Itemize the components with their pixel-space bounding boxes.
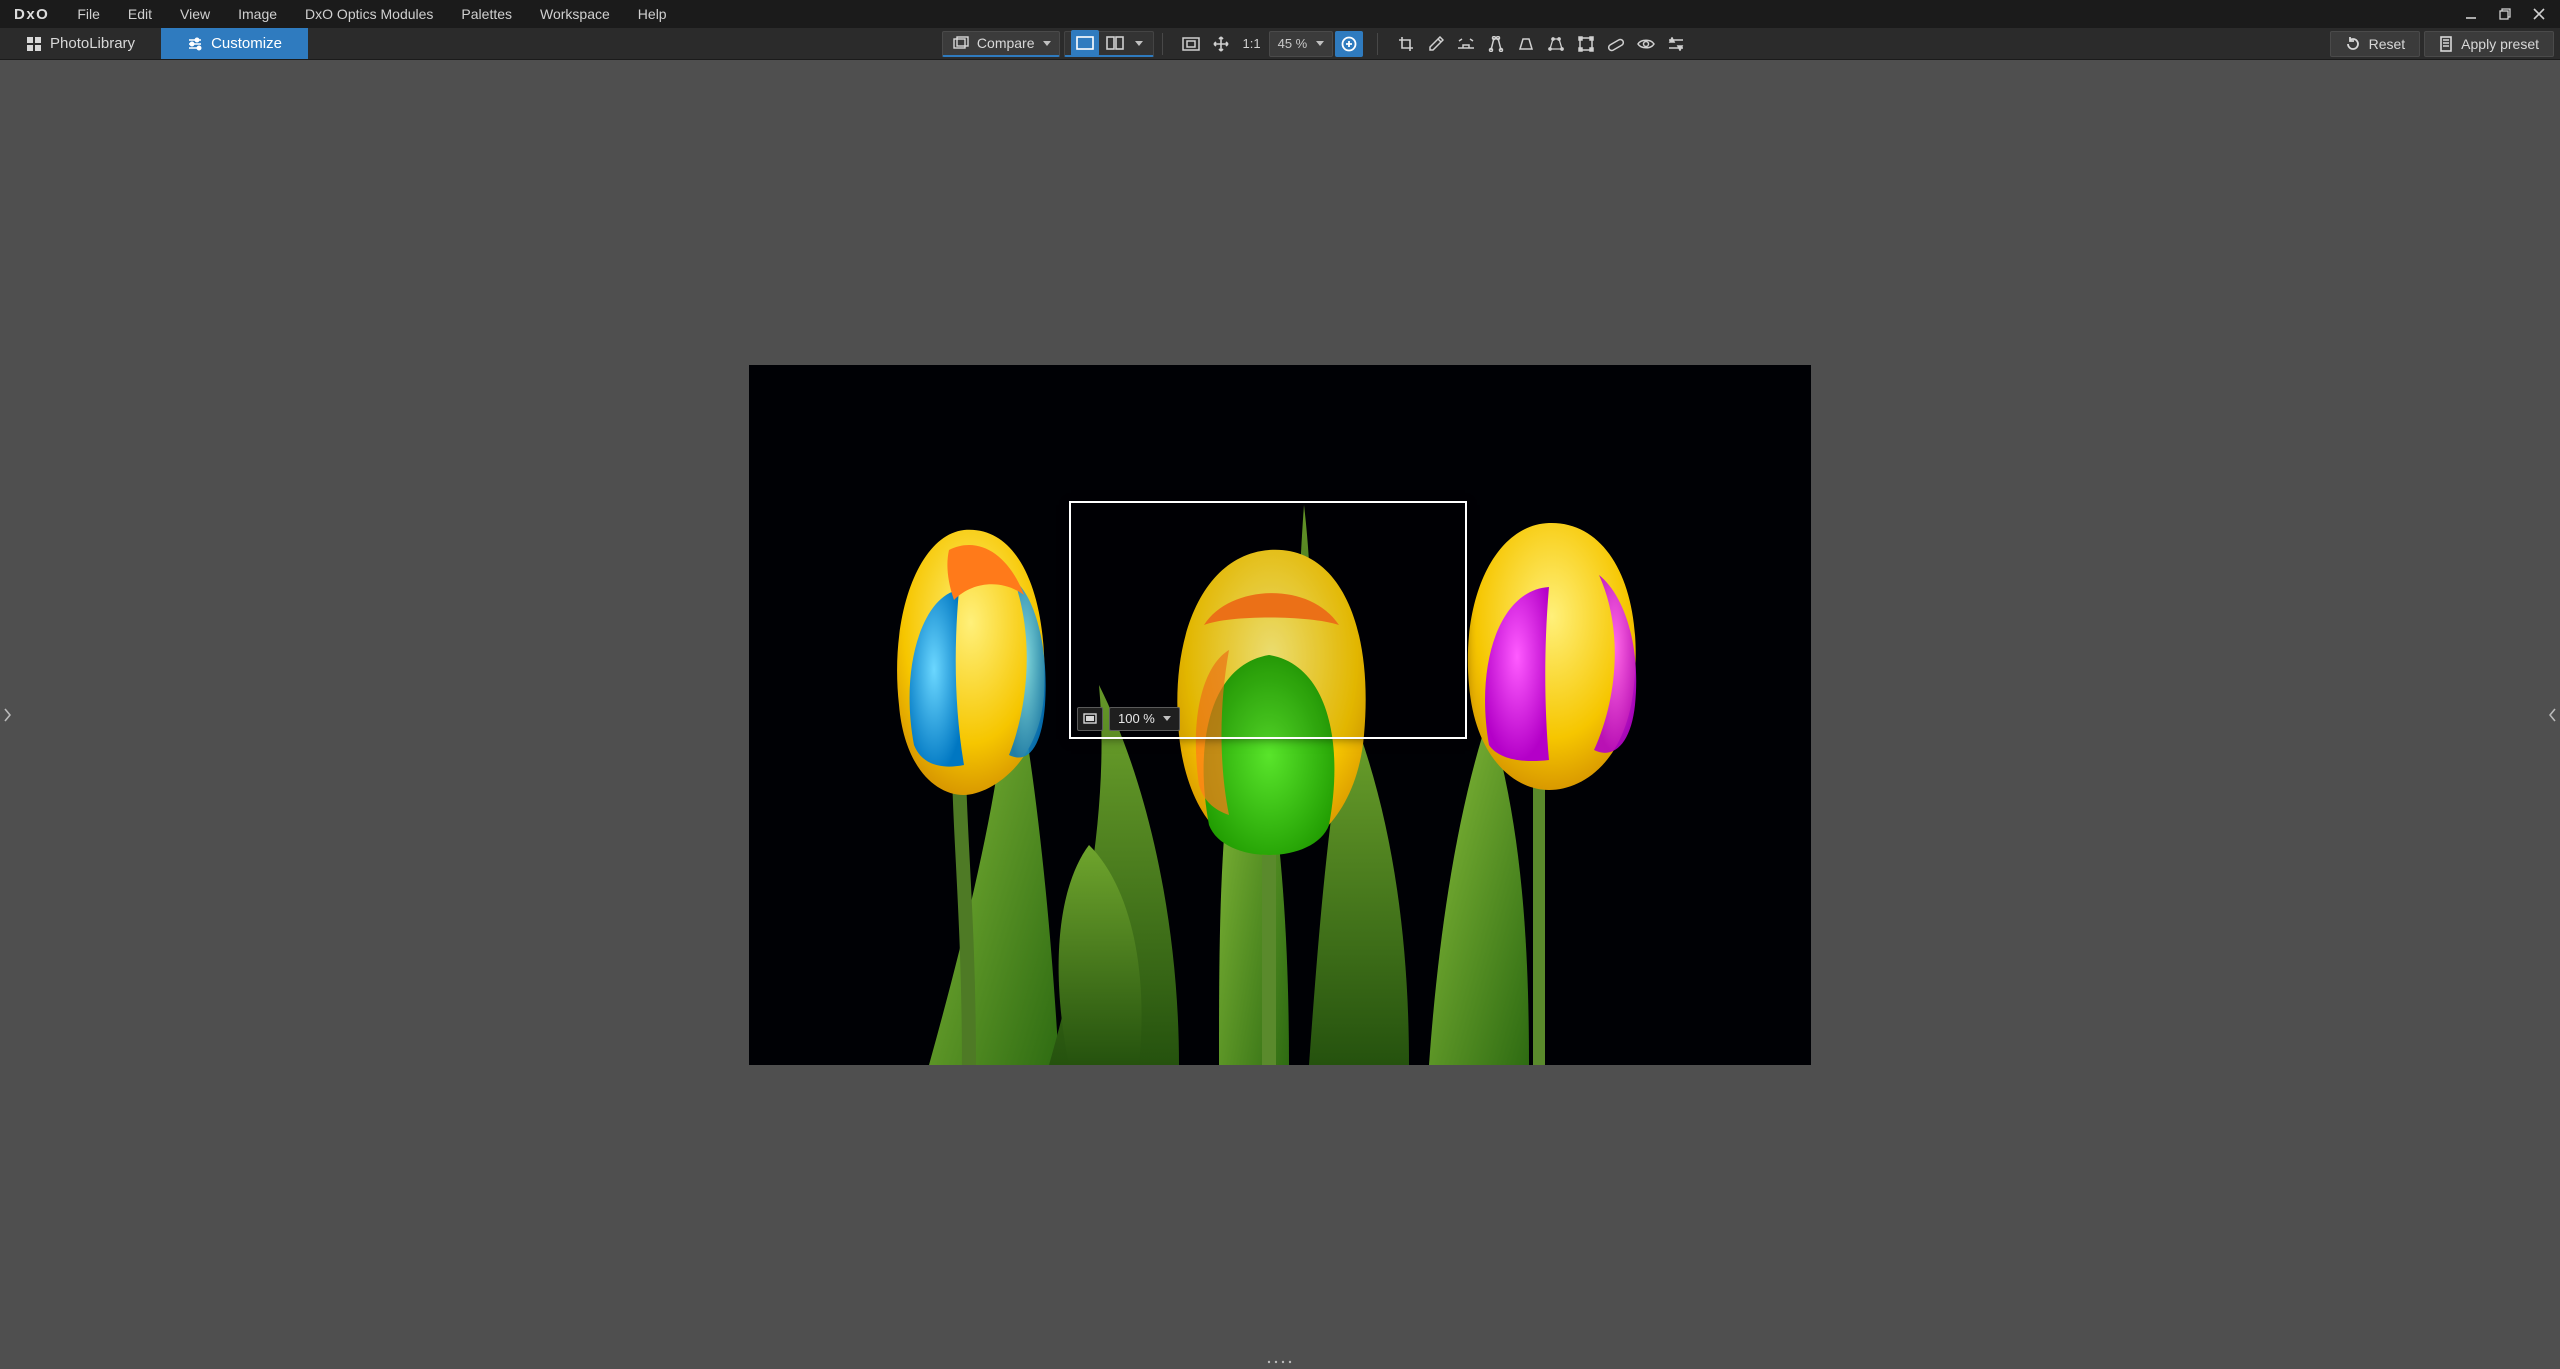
grid-icon (26, 36, 42, 52)
menu-file[interactable]: File (63, 0, 114, 28)
window-restore-button[interactable] (2488, 0, 2522, 28)
perspective-8pt-button[interactable] (1542, 31, 1570, 57)
zoom-percent-select[interactable]: 45 % (1269, 31, 1333, 57)
compare-label: Compare (977, 35, 1035, 51)
perspective-button[interactable] (1482, 31, 1510, 57)
zoom-group: 1:1 45 % (1171, 31, 1369, 57)
crop-icon (1398, 36, 1414, 52)
perspective-lines-icon (1488, 36, 1504, 52)
restore-icon (2499, 8, 2511, 20)
perspective-rect-icon (1518, 36, 1534, 52)
bandaid-icon (1607, 36, 1625, 52)
reset-label: Reset (2369, 36, 2406, 52)
left-panel-expander[interactable] (0, 691, 14, 739)
customize-tab[interactable]: Customize (161, 28, 308, 59)
redeye-button[interactable] (1632, 31, 1660, 57)
pan-button[interactable] (1207, 31, 1235, 57)
compare-icon (953, 36, 969, 50)
app-logo: DxO (0, 0, 63, 28)
preset-icon (2439, 36, 2453, 52)
compare-dropdown[interactable]: Compare (942, 31, 1060, 57)
zoom-1to1-button[interactable]: 1:1 (1237, 31, 1267, 57)
bottom-panel-expander[interactable] (1260, 1357, 1300, 1367)
screen-icon (1083, 713, 1097, 725)
apply-preset-button[interactable]: Apply preset (2424, 31, 2554, 57)
repair-button[interactable] (1602, 31, 1630, 57)
move-icon (1213, 36, 1229, 52)
misc-tool-button[interactable] (1662, 31, 1690, 57)
fit-screen-button[interactable] (1177, 31, 1205, 57)
reset-icon (2345, 36, 2361, 52)
workspace: 100 % (0, 60, 2560, 1369)
chevron-down-icon (1135, 41, 1143, 46)
perspective-rect-button[interactable] (1512, 31, 1540, 57)
menu-image[interactable]: Image (224, 0, 291, 28)
split-view-icon (1106, 36, 1124, 50)
menu-optics[interactable]: DxO Optics Modules (291, 0, 447, 28)
magnifier-toolbar: 100 % (1077, 707, 1180, 731)
magnifier-zoom-select[interactable]: 100 % (1109, 707, 1180, 731)
horizon-button[interactable] (1452, 31, 1480, 57)
apply-preset-label: Apply preset (2461, 36, 2539, 52)
toolbar: PhotoLibrary Customize Compare (0, 28, 2560, 60)
chevron-left-icon (2549, 708, 2557, 722)
toolbar-right: Reset Apply preset (2330, 28, 2560, 59)
sliders-icon (187, 36, 203, 52)
zoom-percent-value: 45 % (1278, 36, 1308, 51)
close-icon (2533, 8, 2545, 20)
window-minimize-button[interactable] (2454, 0, 2488, 28)
menu-edit[interactable]: Edit (114, 0, 166, 28)
minimize-icon (2465, 8, 2477, 20)
layout-split-button[interactable] (1101, 30, 1129, 56)
crop-button[interactable] (1392, 31, 1420, 57)
perspective-8pt-icon (1548, 36, 1564, 52)
zoom-1to1-label: 1:1 (1243, 36, 1261, 51)
eyedropper-icon (1428, 36, 1444, 52)
reset-button[interactable]: Reset (2330, 31, 2421, 57)
photolibrary-label: PhotoLibrary (50, 35, 135, 52)
magnifier-zoom-value: 100 % (1118, 711, 1155, 726)
window-controls (2454, 0, 2556, 28)
menu-items: File Edit View Image DxO Optics Modules … (63, 0, 680, 28)
magnifier-mode-button[interactable] (1077, 707, 1103, 731)
photolibrary-tab[interactable]: PhotoLibrary (0, 28, 161, 59)
fit-icon (1182, 37, 1200, 51)
grip-icon (1265, 1359, 1295, 1365)
menu-help[interactable]: Help (624, 0, 681, 28)
chevron-down-icon (1163, 716, 1171, 721)
chevron-down-icon (1043, 41, 1051, 46)
window-close-button[interactable] (2522, 0, 2556, 28)
chevron-right-icon (3, 708, 11, 722)
layout-single-button[interactable] (1071, 30, 1099, 56)
menu-view[interactable]: View (166, 0, 224, 28)
magnifier-plus-icon (1341, 36, 1357, 52)
chevron-down-icon (1316, 41, 1324, 46)
menu-workspace[interactable]: Workspace (526, 0, 624, 28)
toolbar-center: Compare 1:1 4 (308, 28, 2330, 59)
bounding-icon (1578, 36, 1594, 52)
eyedropper-button[interactable] (1422, 31, 1450, 57)
right-panel-expander[interactable] (2546, 691, 2560, 739)
eye-icon (1637, 37, 1655, 51)
single-view-icon (1076, 36, 1094, 50)
magnifier-button[interactable] (1335, 31, 1363, 57)
menu-bar: DxO File Edit View Image DxO Optics Modu… (0, 0, 2560, 28)
tools-group (1386, 31, 1696, 57)
levels-icon (1668, 37, 1684, 51)
bounding-button[interactable] (1572, 31, 1600, 57)
magnifier-window[interactable]: 100 % (1071, 503, 1465, 737)
menu-palettes[interactable]: Palettes (447, 0, 526, 28)
image-canvas[interactable]: 100 % (749, 365, 1811, 1065)
layout-dropdown-button[interactable] (1131, 30, 1147, 56)
horizon-icon (1457, 36, 1475, 52)
layout-group (1064, 31, 1154, 57)
customize-label: Customize (211, 35, 282, 52)
